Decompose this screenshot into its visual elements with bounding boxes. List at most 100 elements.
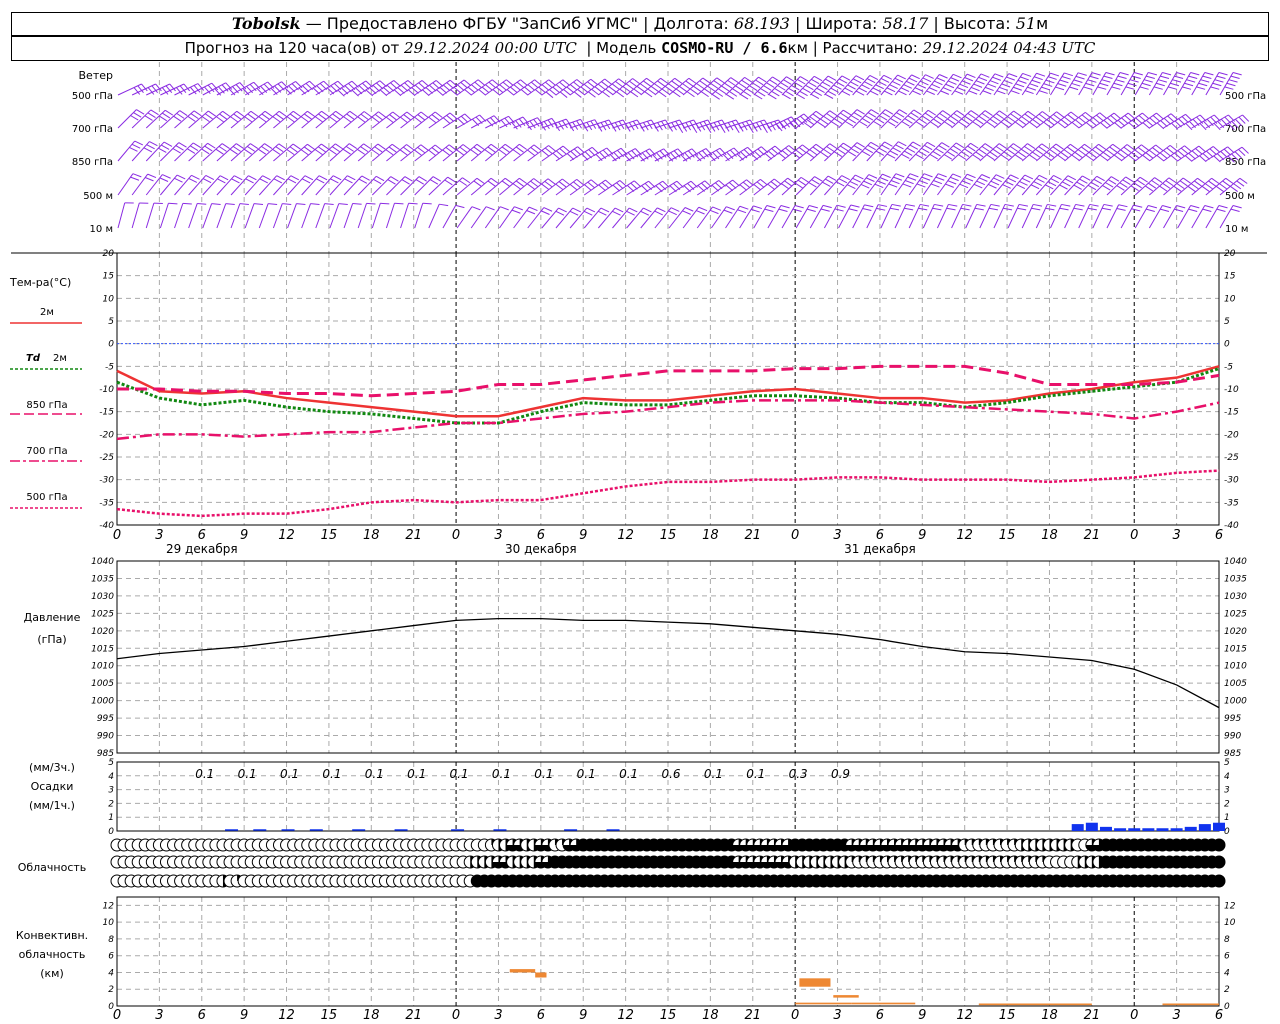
- wind-barb-flag: [495, 86, 504, 94]
- pres-tick-right: 995: [1224, 714, 1241, 724]
- wind-barb-flag: [459, 146, 468, 153]
- wind-barb-flag: [1232, 72, 1242, 76]
- wind-barb-flag: [506, 79, 514, 86]
- wind-barb-flag: [967, 145, 976, 152]
- hour-label: 0: [791, 528, 799, 543]
- wind-barb-flag: [530, 147, 539, 154]
- hour-label-bottom: 18: [363, 1008, 380, 1023]
- wind-barb-flag: [1095, 146, 1104, 153]
- wind-barb-flag: [1226, 82, 1236, 87]
- wind-barb-flag: [158, 147, 167, 153]
- wind-barb-flag: [815, 110, 824, 117]
- wind-barb-flag: [1129, 79, 1139, 83]
- wind-barb-flag: [418, 176, 427, 182]
- wind-barb-flag: [1081, 114, 1090, 121]
- wind-barb-flag: [207, 142, 216, 149]
- wind-barb-flag: [143, 147, 153, 153]
- wind-barb-flag: [555, 183, 564, 191]
- wind-barb-flag: [834, 208, 844, 212]
- wind-barb-flag: [1007, 116, 1016, 123]
- wind-barb-flag: [918, 118, 927, 125]
- wind-barb-flag: [1042, 111, 1050, 118]
- wind-barb-flag: [460, 115, 469, 123]
- wind-barb-flag: [414, 116, 422, 124]
- wind-barb-flag: [1125, 176, 1134, 183]
- wind-barb-flag: [218, 145, 227, 152]
- wind-barb-flag: [773, 178, 782, 185]
- hour-label: 15: [660, 528, 677, 543]
- wind-barb-flag: [549, 89, 557, 96]
- wind-barb-flag: [1013, 110, 1022, 117]
- wind-barb-flag: [896, 112, 905, 118]
- wind-barb-flag: [947, 180, 957, 185]
- wind-barb-flag: [136, 109, 145, 115]
- day-label: 30 декабря: [505, 542, 577, 556]
- wind-barb-flag: [894, 77, 904, 83]
- wind-barb-flag: [867, 112, 877, 118]
- wind-barb-flag: [516, 81, 525, 89]
- wind-barb-flag: [373, 178, 382, 185]
- wind-barb-flag: [174, 177, 183, 183]
- wind-barb-flag: [838, 78, 848, 84]
- wind-barb-flag: [1073, 207, 1083, 211]
- temp-tick-right: 5: [1224, 317, 1230, 327]
- wind-barb-flag: [321, 143, 330, 150]
- wind-barb-flag: [498, 149, 507, 156]
- wind-barb-flag: [995, 174, 1005, 179]
- wind-barb-flag: [246, 85, 254, 94]
- wind-barb-flag: [361, 175, 370, 181]
- wind-barb-flag: [792, 152, 801, 159]
- wind-barb-flag: [478, 89, 487, 96]
- wind-barb: [442, 205, 457, 229]
- wind-barb-flag: [1103, 75, 1113, 79]
- wind-barb-flag: [841, 75, 851, 81]
- wind-barb-flag: [1018, 203, 1029, 207]
- wind-barb-flag: [375, 175, 385, 182]
- wind-barb-flag: [1059, 207, 1069, 211]
- wind-barb-flag: [562, 79, 571, 86]
- wind-barb-flag: [1107, 117, 1115, 125]
- wind-barb-flag: [504, 143, 513, 150]
- wind-barb-flag: [657, 80, 666, 87]
- temp-legend-title: Тем-ра(°C): [9, 276, 71, 289]
- wind-barb-flag: [1227, 146, 1235, 154]
- wind-barb-flag: [1179, 180, 1188, 187]
- pres-tick-left: 995: [97, 714, 114, 724]
- wind-barb-flag: [867, 144, 876, 151]
- wind-barb-flag: [594, 86, 603, 93]
- temp-tick-left: 15: [103, 272, 115, 282]
- wind-barb-flag: [664, 85, 673, 92]
- wind-barb-flag: [129, 147, 138, 152]
- wind-barb-flag: [1101, 79, 1111, 83]
- wind-barb-flag: [836, 204, 846, 208]
- pressure-unit: (гПа): [37, 633, 66, 646]
- wind-barb-flag: [335, 110, 344, 117]
- wind-barb-flag: [810, 93, 820, 100]
- wind-barb-flag: [939, 112, 948, 119]
- wind-barb-flag: [829, 143, 838, 150]
- precip-title: Осадки: [31, 780, 74, 793]
- wind-barb-flag: [366, 202, 376, 205]
- wind-barb-flag: [646, 77, 655, 84]
- wind-barb-flag: [1006, 148, 1015, 155]
- temp-tick-left: -5: [105, 362, 114, 372]
- wind-barb-flag: [1101, 207, 1112, 211]
- wind-barb-flag: [608, 86, 617, 93]
- wind-barb-flag: [485, 84, 493, 91]
- wind-barb-flag: [942, 87, 952, 92]
- wind-barb-flag: [797, 79, 806, 85]
- conv-tick-right: 12: [1224, 901, 1236, 911]
- wind-barb-flag: [1089, 119, 1097, 127]
- wind-barb-flag: [303, 113, 312, 120]
- wind-barb-flag: [487, 146, 496, 153]
- wind-barb-flag: [1210, 86, 1220, 90]
- wind-barb-flag: [545, 91, 554, 99]
- wind-barb-flag: [1001, 83, 1011, 88]
- wind-barb-flag: [992, 115, 1001, 122]
- conv-tick-right: 6: [1224, 952, 1230, 962]
- wind-barb-flag: [1202, 75, 1212, 79]
- wind-barb-flag: [173, 115, 182, 122]
- wind-barb-flag: [668, 210, 677, 216]
- precip-bar: [1184, 826, 1197, 831]
- wind-barb-flag: [903, 84, 912, 89]
